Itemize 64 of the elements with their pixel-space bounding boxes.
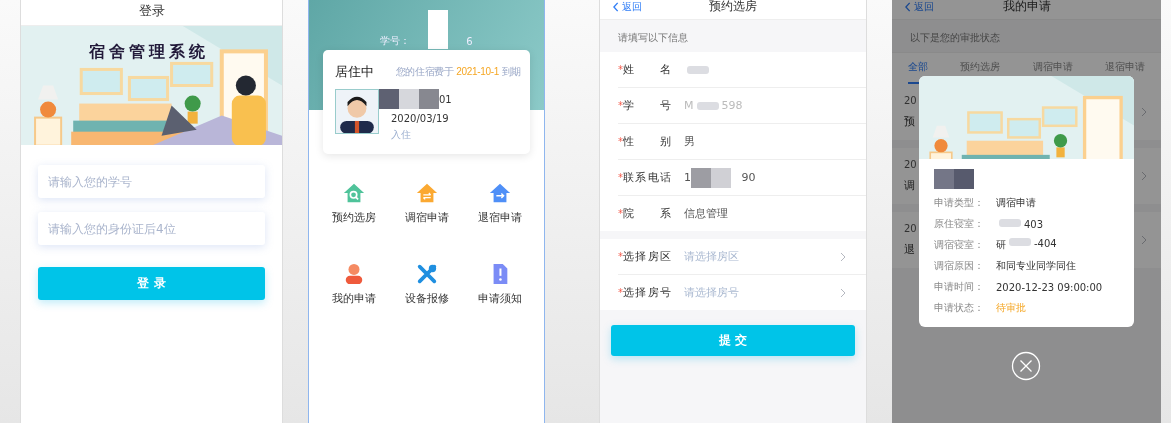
menu-item[interactable]: 调宿申请: [390, 182, 463, 225]
detail-label: 申请时间：: [934, 280, 985, 294]
section-hint: 以下是您的审批状态: [909, 31, 1001, 45]
field-label: 性别: [623, 134, 671, 149]
field-value: 1: [684, 171, 691, 184]
required-mark: *: [618, 100, 623, 111]
required-mark: *: [618, 136, 623, 147]
expiry-notice: 您的住宿费于 2021-10-1 到期: [395, 65, 521, 79]
field-value: 男: [684, 134, 695, 149]
field-value: 调宿申请: [996, 196, 1036, 210]
field-value: 598: [721, 99, 743, 112]
checkin-date: 2020/03/19: [391, 113, 450, 124]
select-row[interactable]: *选择房区 请选择房区: [618, 239, 866, 275]
menu-item[interactable]: 预约选房: [317, 182, 390, 225]
field-value: 403: [1024, 218, 1044, 230]
select-placeholder: 请选择房区: [684, 249, 740, 264]
menu-item[interactable]: 申请须知: [463, 263, 536, 306]
field-label: 院系: [623, 206, 671, 221]
application-date: 20: [904, 159, 917, 170]
section-hint: 请填写以下信息: [617, 31, 689, 45]
field-value: 2020-12-23 09:00:00: [996, 281, 1103, 293]
field-label: 选择房区: [623, 249, 671, 264]
application-date: 20: [904, 223, 917, 234]
field-label: 选择房号: [623, 285, 671, 300]
application-type: 调: [904, 178, 916, 193]
menu-item[interactable]: 设备报修: [390, 263, 463, 306]
field-value: 研: [996, 238, 1006, 252]
back-button[interactable]: 返回: [600, 0, 642, 14]
required-mark: *: [618, 172, 623, 183]
status-label: 居住中: [335, 63, 374, 81]
field-value: 信息管理: [684, 206, 728, 221]
checkin-label: 入住: [391, 128, 412, 142]
detail-label: 调宿原因：: [934, 259, 985, 273]
screen-title: 预约选房: [709, 0, 757, 15]
select-row[interactable]: *选择房号 请选择房号: [618, 275, 866, 310]
field-label: 学号: [623, 98, 671, 113]
input-field[interactable]: 请输入您的学号: [38, 165, 265, 198]
required-mark: *: [618, 251, 623, 262]
field-label: 姓名: [623, 62, 671, 77]
field-value: M: [684, 99, 694, 112]
application-type: 预: [904, 114, 916, 129]
field-value: 90: [740, 171, 756, 184]
screen-title: 我的申请: [1002, 0, 1051, 15]
field-value: -404: [1034, 238, 1057, 251]
required-mark: *: [618, 64, 623, 75]
field-value: 和同专业同学同住: [996, 259, 1076, 273]
detail-label: 调宿寝室：: [934, 238, 985, 252]
required-mark: *: [618, 287, 623, 298]
detail-label: 原住寝室：: [934, 217, 985, 231]
input-field[interactable]: 请输入您的身份证后4位: [38, 212, 265, 245]
field-value: 待审批: [996, 301, 1026, 315]
detail-label: 申请类型：: [934, 196, 985, 210]
menu-item[interactable]: 退宿申请: [463, 182, 536, 225]
student-id-label: 学号：: [380, 34, 411, 48]
application-date: 20: [904, 95, 917, 106]
room-number: 01: [439, 93, 452, 105]
application-type: 退: [904, 242, 916, 257]
detail-label: 申请状态：: [934, 301, 985, 315]
banner-title: 宿舍管理系统: [89, 42, 209, 63]
student-id: 6: [466, 35, 473, 47]
select-placeholder: 请选择房号: [684, 285, 740, 300]
menu-item[interactable]: 我的申请: [317, 263, 390, 306]
required-mark: *: [618, 208, 623, 219]
field-label: 联系电话: [623, 170, 671, 185]
